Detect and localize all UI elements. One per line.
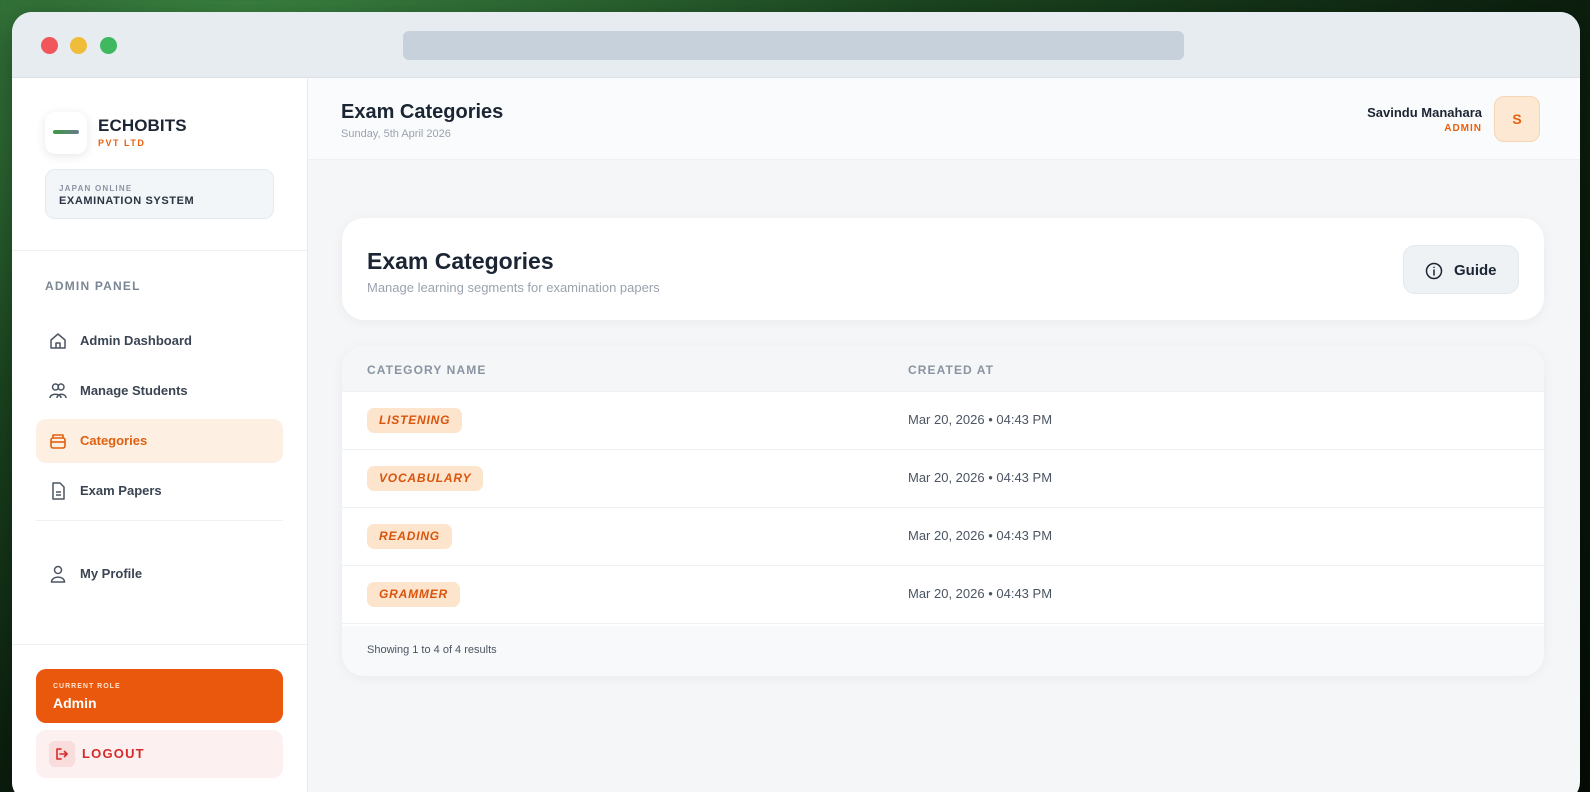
- page-title: Exam Categories: [341, 101, 504, 123]
- brand-subtitle: PVT LTD: [98, 138, 146, 148]
- logout-button[interactable]: LOGOUT: [36, 730, 283, 778]
- close-window-button[interactable]: [41, 37, 58, 54]
- users-icon: [49, 383, 67, 399]
- logo-mark-icon: [53, 130, 79, 134]
- avatar[interactable]: S: [1494, 96, 1540, 142]
- user-name: Savindu Manahara: [1367, 105, 1482, 120]
- guide-label: Guide: [1454, 262, 1497, 279]
- sidebar-bottom-divider: [12, 644, 307, 645]
- table-row[interactable]: LISTENING Mar 20, 2026 • 04:43 PM: [342, 392, 1544, 450]
- system-name-line1: JAPAN ONLINE: [59, 184, 133, 193]
- user-icon: [50, 565, 66, 583]
- current-role-label: CURRENT ROLE: [53, 683, 121, 690]
- sidebar-item-my-profile[interactable]: My Profile: [36, 552, 283, 596]
- column-header-created-at[interactable]: CREATED AT: [908, 363, 994, 377]
- page-header: Exam Categories Sunday, 5th April 2026 S…: [308, 78, 1580, 160]
- minimize-window-button[interactable]: [70, 37, 87, 54]
- guide-button[interactable]: Guide: [1403, 245, 1519, 294]
- created-at-cell: Mar 20, 2026 • 04:43 PM: [908, 470, 1053, 485]
- sidebar-item-label: Categories: [80, 433, 148, 448]
- brand-name: ECHOBITS: [98, 116, 187, 135]
- page-date: Sunday, 5th April 2026: [341, 128, 451, 140]
- document-icon: [52, 482, 65, 500]
- system-name-box: JAPAN ONLINE EXAMINATION SYSTEM: [45, 169, 274, 219]
- sidebar-item-label: Admin Dashboard: [80, 333, 192, 348]
- column-header-category-name[interactable]: CATEGORY NAME: [367, 363, 486, 377]
- home-icon: [50, 333, 66, 349]
- pagination-summary: Showing 1 to 4 of 4 results: [367, 644, 497, 656]
- sidebar-divider: [12, 250, 307, 251]
- user-role: ADMIN: [1444, 123, 1482, 134]
- sidebar-item-label: My Profile: [80, 566, 143, 581]
- sidebar-item-label: Manage Students: [80, 383, 188, 398]
- category-badge: LISTENING: [367, 408, 463, 433]
- logout-label: LOGOUT: [82, 746, 145, 761]
- table-header: CATEGORY NAME CREATED AT: [342, 346, 1544, 392]
- info-icon: [1425, 262, 1443, 280]
- sidebar-item-manage-students[interactable]: Manage Students: [36, 369, 283, 413]
- created-at-cell: Mar 20, 2026 • 04:43 PM: [908, 528, 1053, 543]
- sidebar-nav-divider: [36, 520, 283, 521]
- logout-icon: [49, 741, 75, 767]
- table-footer: Showing 1 to 4 of 4 results: [342, 626, 1544, 676]
- category-badge: GRAMMER: [367, 582, 460, 607]
- category-badge: VOCABULARY: [367, 466, 484, 491]
- admin-panel-label: ADMIN PANEL: [45, 279, 141, 293]
- section-subtitle: Manage learning segments for examination…: [367, 280, 660, 295]
- table-row[interactable]: READING Mar 20, 2026 • 04:43 PM: [342, 508, 1544, 566]
- current-role-value: Admin: [53, 695, 97, 711]
- current-role-card: CURRENT ROLE Admin: [36, 669, 283, 723]
- sidebar-item-categories[interactable]: Categories: [36, 419, 283, 463]
- maximize-window-button[interactable]: [100, 37, 117, 54]
- categories-table: CATEGORY NAME CREATED AT LISTENING Mar 2…: [342, 346, 1544, 676]
- table-row[interactable]: VOCABULARY Mar 20, 2026 • 04:43 PM: [342, 450, 1544, 508]
- section-header-card: Exam Categories Manage learning segments…: [342, 218, 1544, 320]
- category-badge: READING: [367, 524, 452, 549]
- table-row[interactable]: GRAMMER Mar 20, 2026 • 04:43 PM: [342, 566, 1544, 624]
- sidebar-item-exam-papers[interactable]: Exam Papers: [36, 469, 283, 513]
- folder-icon: [50, 434, 66, 449]
- section-title: Exam Categories: [367, 248, 554, 274]
- window-titlebar: [12, 12, 1580, 78]
- sidebar-item-admin-dashboard[interactable]: Admin Dashboard: [36, 319, 283, 363]
- address-bar[interactable]: [403, 31, 1184, 60]
- company-logo: [45, 112, 87, 154]
- created-at-cell: Mar 20, 2026 • 04:43 PM: [908, 586, 1053, 601]
- sidebar: ECHOBITS PVT LTD JAPAN ONLINE EXAMINATIO…: [12, 78, 308, 792]
- created-at-cell: Mar 20, 2026 • 04:43 PM: [908, 412, 1053, 427]
- browser-window: ECHOBITS PVT LTD JAPAN ONLINE EXAMINATIO…: [12, 12, 1580, 792]
- sidebar-item-label: Exam Papers: [80, 483, 162, 498]
- system-name-line2: EXAMINATION SYSTEM: [59, 195, 195, 207]
